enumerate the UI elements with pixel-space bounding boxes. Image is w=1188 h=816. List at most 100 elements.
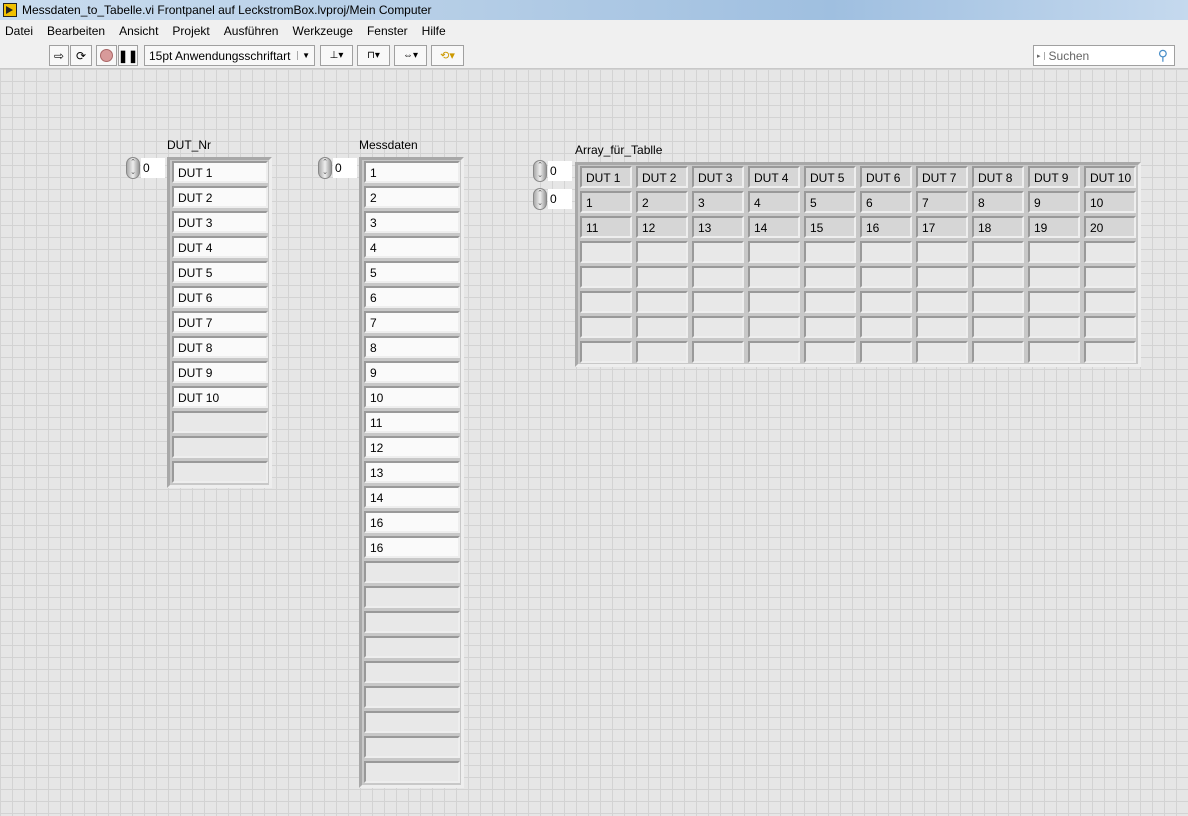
array-element[interactable]: 14 (364, 486, 460, 508)
empty-table-cell[interactable] (972, 241, 1024, 263)
table-cell[interactable]: DUT 9 (1028, 166, 1080, 188)
empty-table-cell[interactable] (748, 341, 800, 363)
array-element[interactable]: 9 (364, 361, 460, 383)
array-element[interactable]: 16 (364, 511, 460, 533)
array-element[interactable]: 13 (364, 461, 460, 483)
index-spinner-icon[interactable]: ⌃ ⌄ (318, 157, 332, 179)
empty-table-cell[interactable] (1084, 241, 1136, 263)
search-input[interactable]: ▸ Suchen ⚲ (1033, 45, 1175, 66)
empty-table-cell[interactable] (972, 266, 1024, 288)
empty-table-cell[interactable] (748, 241, 800, 263)
empty-table-cell[interactable] (580, 241, 632, 263)
empty-table-cell[interactable] (804, 241, 856, 263)
empty-table-cell[interactable] (580, 316, 632, 338)
abort-icon[interactable] (96, 45, 117, 66)
empty-array-element[interactable] (364, 686, 460, 708)
array-element[interactable]: DUT 9 (172, 361, 268, 383)
index-spinner-icon[interactable]: ⌃ ⌄ (533, 160, 547, 182)
table-cell[interactable]: DUT 10 (1084, 166, 1136, 188)
empty-table-cell[interactable] (636, 241, 688, 263)
reorder-icon[interactable]: ⟲▾ (431, 45, 464, 66)
table-cell[interactable]: 19 (1028, 216, 1080, 238)
empty-table-cell[interactable] (748, 316, 800, 338)
empty-table-cell[interactable] (1084, 291, 1136, 313)
empty-table-cell[interactable] (1028, 241, 1080, 263)
array-element[interactable]: DUT 4 (172, 236, 268, 258)
table-cell[interactable]: 12 (636, 216, 688, 238)
table-cell[interactable]: 18 (972, 216, 1024, 238)
dut-nr-index-value[interactable]: 0 (141, 158, 165, 178)
array-element[interactable]: DUT 2 (172, 186, 268, 208)
table-cell[interactable]: 9 (1028, 191, 1080, 213)
empty-array-element[interactable] (364, 586, 460, 608)
align-icon[interactable]: ⊥▾ (320, 45, 353, 66)
run-continuously-icon[interactable]: ⟳ (70, 45, 92, 66)
table-cell[interactable]: DUT 4 (748, 166, 800, 188)
empty-array-element[interactable] (364, 711, 460, 733)
table-row-index-value[interactable]: 0 (548, 161, 572, 181)
run-arrow-icon[interactable]: ⇨ (49, 45, 69, 66)
table-cell[interactable]: 6 (860, 191, 912, 213)
table-cell[interactable]: 7 (916, 191, 968, 213)
empty-table-cell[interactable] (860, 316, 912, 338)
pause-icon[interactable]: ❚❚ (118, 45, 138, 66)
array-element[interactable]: 5 (364, 261, 460, 283)
empty-table-cell[interactable] (916, 266, 968, 288)
table-cell[interactable]: 13 (692, 216, 744, 238)
menu-werkzeuge[interactable]: Werkzeuge (292, 24, 352, 38)
table-cell[interactable]: 10 (1084, 191, 1136, 213)
empty-table-cell[interactable] (972, 316, 1024, 338)
table-cell[interactable]: DUT 1 (580, 166, 632, 188)
empty-table-cell[interactable] (1084, 266, 1136, 288)
messdaten-index-value[interactable]: 0 (333, 158, 357, 178)
array-element[interactable]: 11 (364, 411, 460, 433)
array-element[interactable]: 12 (364, 436, 460, 458)
empty-table-cell[interactable] (804, 266, 856, 288)
menu-ausfuehren[interactable]: Ausführen (224, 24, 279, 38)
empty-table-cell[interactable] (916, 316, 968, 338)
table-cell[interactable]: 4 (748, 191, 800, 213)
table-cell[interactable]: 15 (804, 216, 856, 238)
empty-table-cell[interactable] (636, 291, 688, 313)
empty-table-cell[interactable] (1028, 316, 1080, 338)
empty-table-cell[interactable] (1084, 316, 1136, 338)
table-cell[interactable]: 11 (580, 216, 632, 238)
empty-table-cell[interactable] (692, 341, 744, 363)
empty-table-cell[interactable] (860, 266, 912, 288)
empty-array-element[interactable] (364, 661, 460, 683)
index-spinner-icon[interactable]: ⌃ ⌄ (533, 188, 547, 210)
array-element[interactable]: DUT 10 (172, 386, 268, 408)
table-cell[interactable]: 17 (916, 216, 968, 238)
array-element[interactable]: DUT 8 (172, 336, 268, 358)
empty-array-element[interactable] (172, 461, 268, 483)
search-icon[interactable]: ⚲ (1158, 47, 1168, 64)
empty-table-cell[interactable] (580, 266, 632, 288)
array-element[interactable]: DUT 5 (172, 261, 268, 283)
empty-array-element[interactable] (172, 411, 268, 433)
array-element[interactable]: 7 (364, 311, 460, 333)
index-spinner-icon[interactable]: ⌃ ⌄ (126, 157, 140, 179)
empty-table-cell[interactable] (636, 266, 688, 288)
table-cell[interactable]: DUT 2 (636, 166, 688, 188)
resize-icon[interactable]: ⇔▾ (394, 45, 427, 66)
messdaten-index[interactable]: ⌃ ⌄ 0 (318, 157, 358, 179)
table-cell[interactable]: 8 (972, 191, 1024, 213)
empty-table-cell[interactable] (916, 291, 968, 313)
font-select[interactable]: 15pt Anwendungsschriftart ▼ (144, 45, 315, 66)
empty-table-cell[interactable] (636, 341, 688, 363)
table-cell[interactable]: DUT 8 (972, 166, 1024, 188)
empty-table-cell[interactable] (804, 291, 856, 313)
empty-table-cell[interactable] (1028, 341, 1080, 363)
array-element[interactable]: 6 (364, 286, 460, 308)
empty-array-element[interactable] (364, 611, 460, 633)
empty-array-element[interactable] (364, 736, 460, 758)
menu-projekt[interactable]: Projekt (172, 24, 209, 38)
array-element[interactable]: 10 (364, 386, 460, 408)
table-cell[interactable]: 16 (860, 216, 912, 238)
empty-table-cell[interactable] (580, 341, 632, 363)
empty-table-cell[interactable] (860, 241, 912, 263)
empty-table-cell[interactable] (748, 266, 800, 288)
empty-array-element[interactable] (172, 436, 268, 458)
empty-table-cell[interactable] (692, 291, 744, 313)
search-scope-icon[interactable]: ▸ (1034, 51, 1045, 60)
